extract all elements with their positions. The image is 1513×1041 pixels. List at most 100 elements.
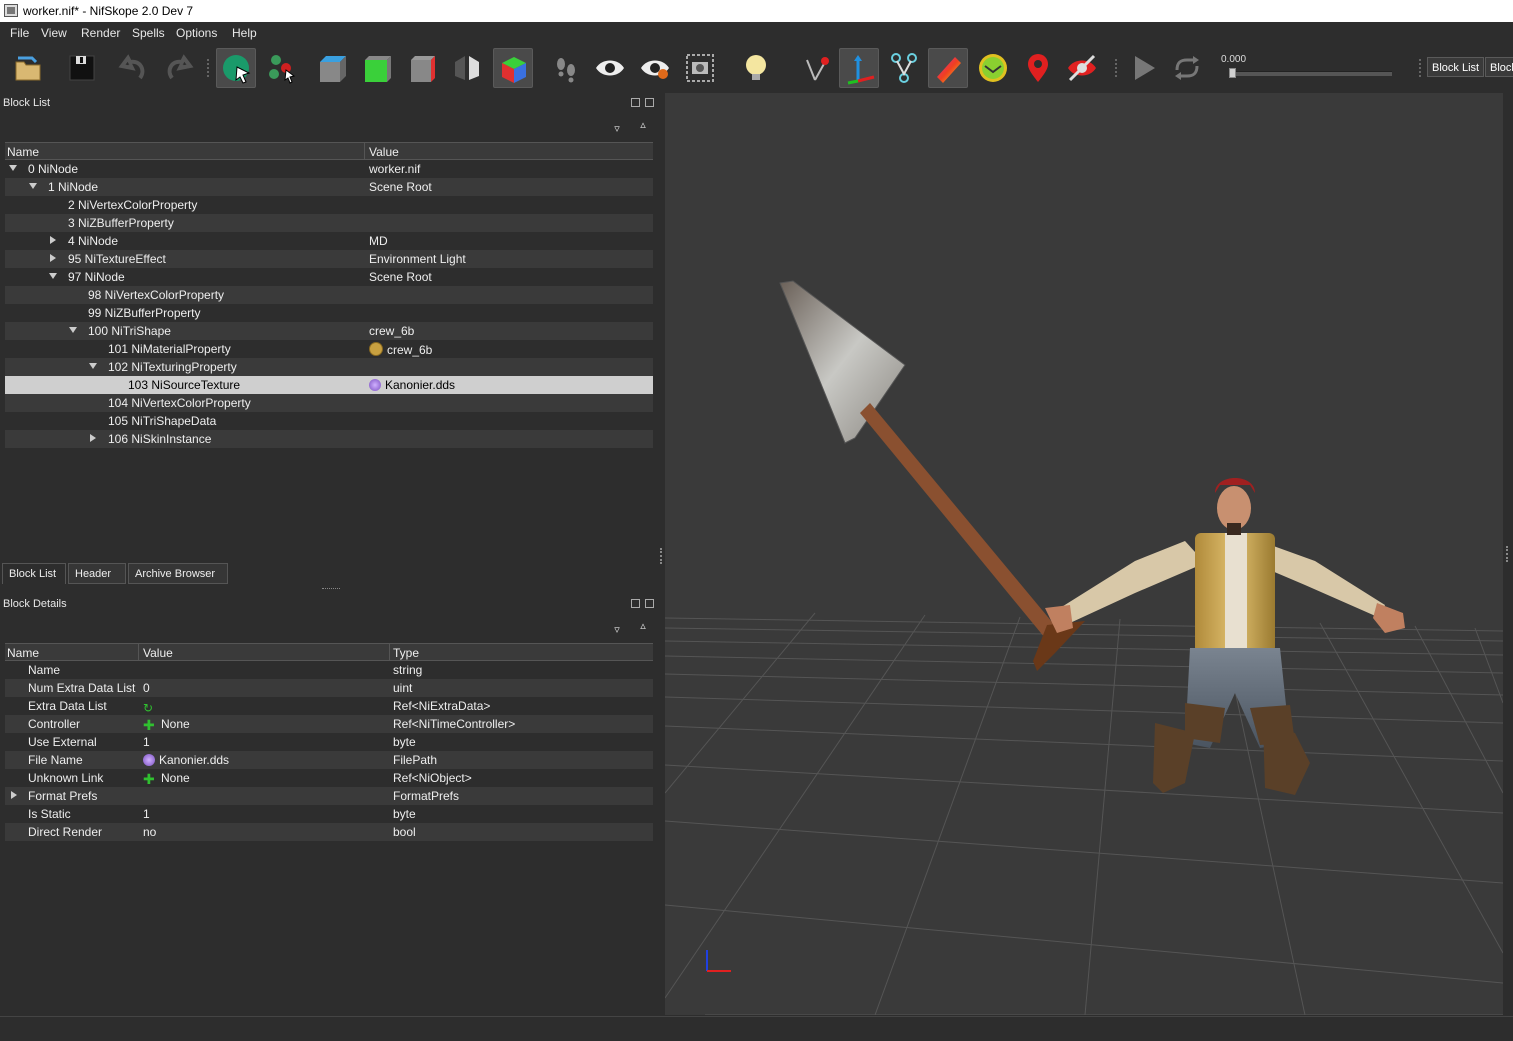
detail-value[interactable]: ✚ None: [143, 717, 190, 732]
toolbar-grip[interactable]: [1114, 58, 1118, 78]
column-name[interactable]: Name: [7, 646, 39, 660]
expand-arrow-icon[interactable]: [11, 791, 17, 799]
detail-value[interactable]: ✚ None: [143, 771, 190, 786]
detail-value[interactable]: 1: [143, 807, 150, 821]
block-list-row[interactable]: 1 NiNode Scene Root: [5, 178, 653, 196]
detail-value[interactable]: ↻: [143, 699, 159, 714]
collapse-arrow-icon[interactable]: [69, 327, 77, 333]
expand-arrow-icon[interactable]: [50, 236, 56, 244]
block-list-row[interactable]: 95 NiTextureEffect Environment Light: [5, 250, 653, 268]
detail-row[interactable]: Extra Data List ↻ Ref<NiExtraData>: [5, 697, 653, 715]
block-list-row[interactable]: 0 NiNode worker.nif: [5, 160, 653, 178]
view-cube-front-button[interactable]: [357, 48, 397, 88]
block-list-row[interactable]: 100 NiTriShape crew_6b: [5, 322, 653, 340]
show-axes-button[interactable]: [839, 48, 879, 88]
save-file-button[interactable]: [62, 48, 102, 88]
detail-row[interactable]: Unknown Link ✚ None Ref<NiObject>: [5, 769, 653, 787]
time-slider[interactable]: [1229, 68, 1392, 78]
menu-help[interactable]: Help: [232, 26, 257, 40]
collapse-arrow-icon[interactable]: [89, 363, 97, 369]
collapse-arrow-icon[interactable]: [49, 273, 57, 279]
redo-button[interactable]: [158, 48, 198, 88]
collapse-all-icon[interactable]: ▿: [611, 123, 623, 135]
block-list-row[interactable]: 99 NiZBufferProperty: [5, 304, 653, 322]
select-vertex-button[interactable]: [262, 48, 302, 88]
show-constraints-button[interactable]: [797, 48, 837, 88]
detail-row[interactable]: File Name Kanonier.dds FilePath: [5, 751, 653, 769]
dock-splitter[interactable]: [1506, 546, 1510, 562]
show-nodes-button[interactable]: [635, 48, 675, 88]
select-object-button[interactable]: [216, 48, 256, 88]
menu-file[interactable]: File: [10, 26, 29, 40]
column-value[interactable]: Value: [369, 145, 399, 159]
play-button[interactable]: [1123, 48, 1163, 88]
block-list-row[interactable]: 105 NiTriShapeData: [5, 412, 653, 430]
screenshot-button[interactable]: [680, 48, 720, 88]
column-type[interactable]: Type: [393, 646, 419, 660]
block-list-row[interactable]: 2 NiVertexColorProperty: [5, 196, 653, 214]
detail-value[interactable]: Kanonier.dds: [143, 753, 229, 767]
block-list-dock-button[interactable]: Block List: [1427, 57, 1485, 77]
collapse-arrow-icon[interactable]: [9, 165, 17, 171]
expand-arrow-icon[interactable]: [90, 434, 96, 442]
show-markers-button[interactable]: [1018, 48, 1058, 88]
tab-header[interactable]: Header: [68, 563, 126, 584]
view-cube-side-button[interactable]: [403, 48, 443, 88]
column-name[interactable]: Name: [7, 145, 39, 159]
open-file-button[interactable]: [8, 48, 48, 88]
hide-hidden-button[interactable]: [1062, 48, 1102, 88]
column-value[interactable]: Value: [143, 646, 173, 660]
expand-all-icon[interactable]: ▵: [637, 620, 649, 632]
block-details-dock-button[interactable]: Block: [1485, 57, 1513, 77]
detail-row[interactable]: Is Static 1 byte: [5, 805, 653, 823]
menu-view[interactable]: View: [41, 26, 67, 40]
close-icon[interactable]: [645, 98, 654, 107]
render-viewport[interactable]: [665, 93, 1503, 1015]
block-list-row[interactable]: 102 NiTexturingProperty: [5, 358, 653, 376]
float-icon[interactable]: [631, 599, 640, 608]
show-skeleton-button[interactable]: [884, 48, 924, 88]
detail-value[interactable]: no: [143, 825, 156, 839]
toolbar-grip[interactable]: [206, 58, 210, 78]
tab-archive-browser[interactable]: Archive Browser: [128, 563, 228, 584]
float-icon[interactable]: [631, 98, 640, 107]
view-perspective-button[interactable]: [447, 48, 487, 88]
detail-row[interactable]: Use External 1 byte: [5, 733, 653, 751]
block-list-row[interactable]: 103 NiSourceTexture Kanonier.dds: [5, 376, 653, 394]
block-list-row[interactable]: 4 NiNode MD: [5, 232, 653, 250]
block-list-row[interactable]: 104 NiVertexColorProperty: [5, 394, 653, 412]
walk-mode-button[interactable]: [546, 48, 586, 88]
tab-block-list[interactable]: Block List: [2, 563, 66, 584]
block-list-row[interactable]: 98 NiVertexColorProperty: [5, 286, 653, 304]
lighting-button[interactable]: [736, 48, 776, 88]
detail-row[interactable]: Name string: [5, 661, 653, 679]
detail-row[interactable]: Controller ✚ None Ref<NiTimeController>: [5, 715, 653, 733]
show-havok-button[interactable]: [928, 48, 968, 88]
close-icon[interactable]: [645, 599, 654, 608]
show-furniture-button[interactable]: [973, 48, 1013, 88]
detail-row[interactable]: Format Prefs FormatPrefs: [5, 787, 653, 805]
menu-spells[interactable]: Spells: [132, 26, 165, 40]
view-cube-top-button[interactable]: [312, 48, 352, 88]
undo-button[interactable]: [114, 48, 154, 88]
menu-render[interactable]: Render: [81, 26, 120, 40]
panel-splitter[interactable]: [322, 588, 340, 591]
block-list-row[interactable]: 106 NiSkinInstance: [5, 430, 653, 448]
block-list-row[interactable]: 3 NiZBufferProperty: [5, 214, 653, 232]
show-hidden-button[interactable]: [590, 48, 630, 88]
detail-value[interactable]: 0: [143, 681, 150, 695]
time-slider-thumb[interactable]: [1229, 68, 1236, 78]
toolbar-grip[interactable]: [1418, 58, 1422, 78]
loop-button[interactable]: [1167, 48, 1207, 88]
block-list-row[interactable]: 101 NiMaterialProperty crew_6b: [5, 340, 653, 358]
detail-value[interactable]: 1: [143, 735, 150, 749]
block-list-row[interactable]: 97 NiNode Scene Root: [5, 268, 653, 286]
collapse-all-icon[interactable]: ▿: [611, 624, 623, 636]
collapse-arrow-icon[interactable]: [29, 183, 37, 189]
expand-arrow-icon[interactable]: [50, 254, 56, 262]
detail-row[interactable]: Num Extra Data List 0 uint: [5, 679, 653, 697]
expand-all-icon[interactable]: ▵: [637, 119, 649, 131]
view-user-button[interactable]: [493, 48, 533, 88]
viewport-splitter[interactable]: [660, 548, 664, 564]
menu-options[interactable]: Options: [176, 26, 217, 40]
